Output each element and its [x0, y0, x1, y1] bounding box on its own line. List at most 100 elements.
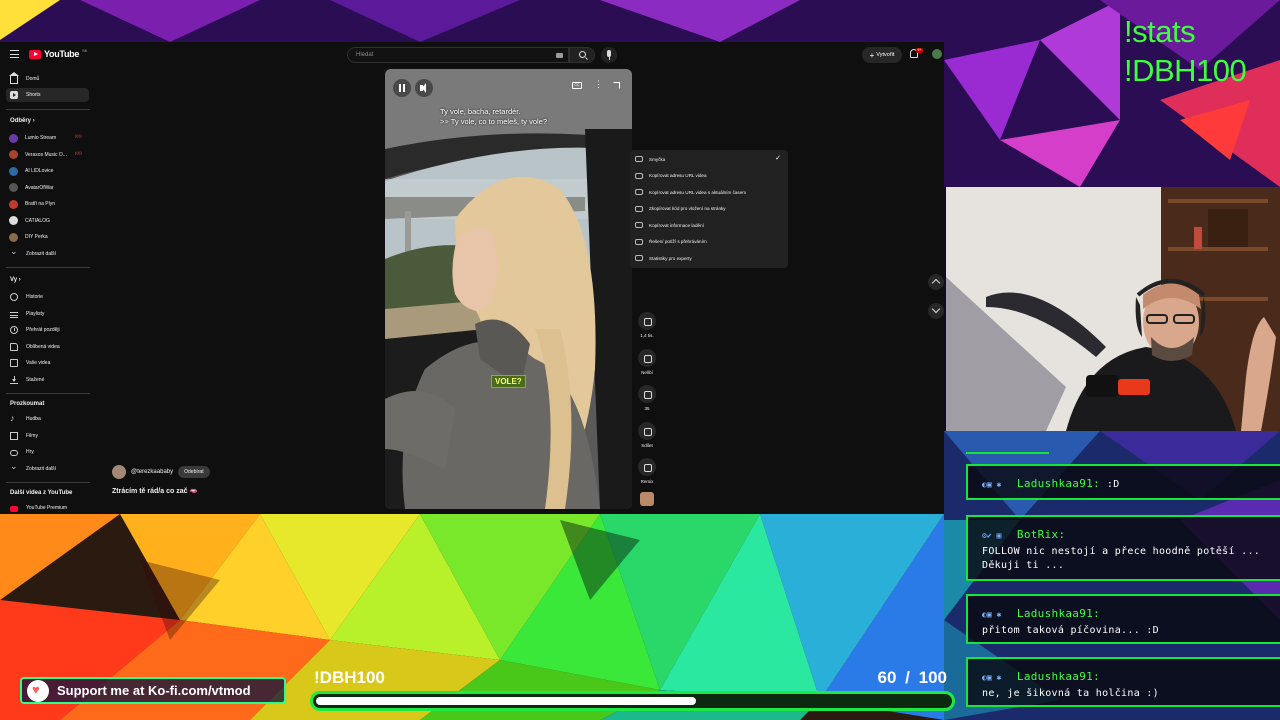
- pause-icon[interactable]: [393, 79, 411, 97]
- short-title: Ztrácím tě rád/a co zač 🫦: [112, 488, 199, 495]
- youtube-logo[interactable]: YouTube SK: [29, 48, 87, 59]
- menu-item-copy-embed[interactable]: Zkopírovat kód pro vložení na stránky: [630, 201, 788, 217]
- sidebar-item-show-more-explore[interactable]: Zobrazit další: [6, 461, 89, 476]
- chat-message: ◐▣ ✱ Ladushkaa91: :D: [966, 464, 1280, 500]
- kofi-text: Support me at Ko-fi.com/vtmod: [57, 683, 251, 698]
- live-indicator-icon: [75, 150, 85, 157]
- goal-progress-bar: [310, 691, 955, 711]
- sidebar-item-label: Hry: [26, 449, 34, 455]
- subscriptions-header-label: Odběry: [10, 118, 32, 124]
- chevron-down-icon: [10, 461, 18, 473]
- menu-item-stats-for-nerds[interactable]: Statistiky pro experty: [630, 250, 788, 266]
- search-placeholder: Hledat: [356, 52, 374, 58]
- keyboard-icon[interactable]: [556, 53, 563, 58]
- menu-item-troubleshoot[interactable]: Řešení potíží s přehráváním: [630, 234, 788, 250]
- sidebar-item-gaming[interactable]: Hry: [6, 445, 89, 459]
- sidebar-item-label: AI LIDLovice: [25, 168, 54, 174]
- account-avatar[interactable]: [932, 49, 942, 59]
- captions-icon[interactable]: CC: [572, 82, 582, 89]
- sidebar-item-avatarofwar[interactable]: AvatarOfWar: [6, 181, 89, 195]
- subscribe-button[interactable]: Odebírat: [178, 466, 210, 478]
- sidebar-item-your-videos[interactable]: Vaše videa: [6, 356, 89, 370]
- subscriptions-header[interactable]: Odběry ›: [10, 118, 35, 124]
- sidebar-item-downloads[interactable]: Stažené: [6, 373, 89, 387]
- menu-item-copy-debug[interactable]: Kopírovat informace ladění: [630, 217, 788, 233]
- chat-user-badges: ◐▣ ✱: [982, 480, 1002, 489]
- troubleshoot-icon: [635, 238, 643, 245]
- you-header[interactable]: Vy ›: [10, 277, 21, 283]
- menu-item-label: Smyčka: [649, 156, 666, 162]
- liked-videos-icon: [10, 342, 18, 351]
- dislike-button[interactable]: Nelíbí: [636, 349, 658, 375]
- search-button[interactable]: [569, 47, 595, 63]
- sidebar-item-youtube-premium[interactable]: YouTube Premium: [6, 501, 89, 514]
- more-options-icon[interactable]: [594, 79, 603, 90]
- sidebar-item-bratri-na-plyn[interactable]: Bratři na Plyn: [6, 197, 89, 211]
- search-input[interactable]: Hledat: [347, 47, 569, 63]
- channel-avatar: [9, 199, 18, 209]
- notification-count-badge: 9+: [916, 48, 923, 53]
- channel-avatar: [9, 133, 18, 143]
- sidebar-item-movies[interactable]: Filmy: [6, 429, 89, 443]
- menu-item-copy-url-time[interactable]: Kopírovat adresu URL videa s aktuálním č…: [630, 184, 788, 200]
- like-button[interactable]: 1,4 tis.: [636, 312, 658, 338]
- channel-avatar: [9, 232, 18, 242]
- menu-item-label: Statistiky pro experty: [649, 255, 692, 261]
- channel-avatar[interactable]: [112, 465, 126, 479]
- sidebar-item-label: Verasos Music O...: [25, 151, 67, 158]
- sound-source-button[interactable]: [636, 492, 658, 506]
- chevron-down-icon: [10, 246, 18, 258]
- goal-target: 100: [918, 668, 947, 687]
- explore-header: Prozkoumat: [10, 401, 45, 407]
- sidebar-item-show-more-subscriptions[interactable]: Zobrazit další: [6, 246, 89, 261]
- sidebar-item-music[interactable]: Hudba: [6, 412, 89, 426]
- divider: [6, 109, 90, 110]
- sidebar-item-home[interactable]: Domů: [6, 72, 89, 86]
- link-time-icon: [635, 189, 643, 195]
- youtube-premium-icon: [10, 506, 18, 512]
- thumbs-up-icon: [638, 312, 656, 330]
- menu-icon[interactable]: [10, 50, 19, 58]
- chat-message-text: přitom taková píčovina... :D: [982, 625, 1159, 636]
- sidebar-item-verasos-music[interactable]: Verasos Music O...: [6, 148, 89, 162]
- channel-handle[interactable]: @terezkaababy: [131, 469, 173, 475]
- sidebar-item-ai-lidlovice[interactable]: AI LIDLovice: [6, 164, 89, 178]
- watch-later-icon: [10, 326, 18, 334]
- share-button[interactable]: Sdílet: [636, 422, 658, 448]
- comments-button[interactable]: 35: [636, 385, 658, 411]
- sidebar-item-diy-perka[interactable]: DIY Perka: [6, 230, 89, 244]
- kofi-banner: Support me at Ko-fi.com/vtmod: [20, 677, 286, 704]
- chevron-right-icon: ›: [18, 277, 21, 283]
- volume-icon[interactable]: [415, 79, 433, 97]
- stream-goal: !DBH100 60 / 100: [310, 665, 955, 715]
- sidebar-item-lumio-stream[interactable]: Lumio Stream: [6, 131, 89, 145]
- menu-item-copy-url[interactable]: Kopírovat adresu URL videa: [630, 168, 788, 184]
- more-from-youtube-header: Další videa z YouTube: [10, 490, 73, 496]
- create-button[interactable]: + Vytvořit: [862, 47, 902, 63]
- like-count: 1,4 tis.: [640, 333, 654, 338]
- shorts-video-player[interactable]: CC Ty vole, bacha, retardér. >> Ty vole,…: [385, 69, 632, 509]
- sidebar-item-label: DIY Perka: [25, 234, 48, 240]
- menu-item-label: Kopírovat adresu URL videa: [649, 173, 707, 178]
- goal-separator: /: [905, 668, 910, 687]
- voice-search-icon[interactable]: [601, 47, 617, 63]
- sidebar-item-catialog[interactable]: CATIALOG: [6, 214, 89, 228]
- sidebar-item-shorts[interactable]: Shorts: [6, 88, 89, 102]
- sidebar-item-watch-later[interactable]: Přehrát později: [6, 323, 89, 337]
- menu-item-label: Kopírovat adresu URL videa s aktuálním č…: [649, 189, 747, 195]
- sidebar-item-playlists[interactable]: Playlisty: [6, 307, 89, 321]
- next-short-button[interactable]: [928, 303, 944, 319]
- sidebar-item-label: Domů: [26, 76, 40, 82]
- sidebar-item-label: Oblíbená videa: [26, 343, 60, 350]
- video-subtitles: Ty vole, bacha, retardér. >> Ty vole, co…: [440, 107, 620, 126]
- fullscreen-icon[interactable]: [613, 82, 620, 89]
- chat-message-header: ⚙✔ ▣ BotRix:: [982, 528, 1066, 541]
- sidebar-item-liked-videos[interactable]: Oblíbená videa: [6, 340, 89, 354]
- menu-item-loop[interactable]: Smyčka ✓: [630, 151, 788, 167]
- chat-username: Ladushkaa91: [1016, 670, 1094, 683]
- channel-avatar: [9, 216, 18, 225]
- remix-button[interactable]: Remix: [636, 458, 658, 484]
- sidebar-item-history[interactable]: Historie: [6, 290, 89, 304]
- previous-short-button[interactable]: [928, 274, 944, 290]
- movies-icon: [10, 431, 18, 440]
